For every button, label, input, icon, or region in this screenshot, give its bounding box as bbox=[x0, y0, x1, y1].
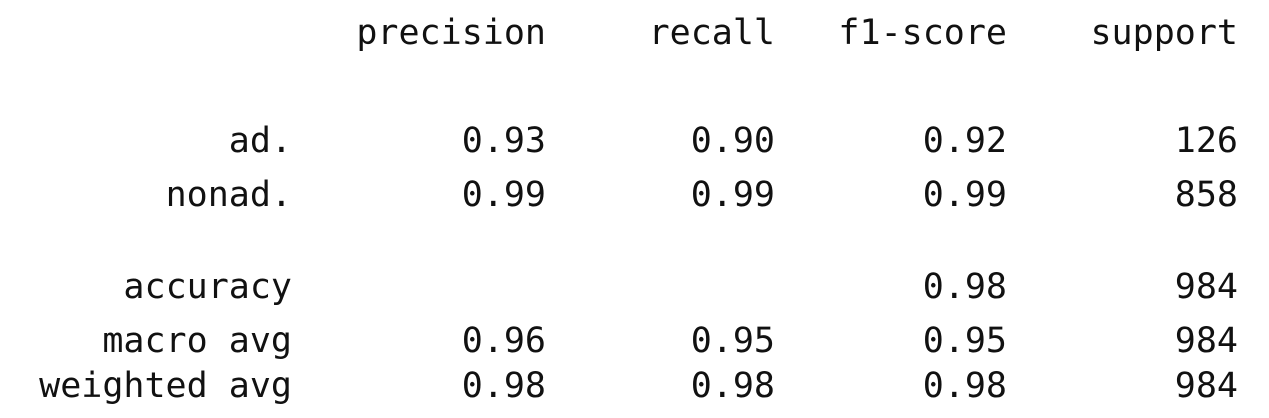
recall-value: 0.90 bbox=[690, 121, 775, 161]
table-row: ad. 0.93 0.90 0.92 126 bbox=[0, 118, 1269, 164]
f1-score-value: 0.98 bbox=[922, 267, 1007, 307]
precision-value bbox=[340, 264, 546, 310]
row-label: accuracy bbox=[123, 267, 292, 307]
header-support: support bbox=[1090, 13, 1238, 53]
recall-value: 0.99 bbox=[690, 175, 775, 215]
row-label: weighted avg bbox=[39, 366, 292, 406]
precision-value: 0.99 bbox=[461, 175, 546, 215]
support-value: 984 bbox=[1174, 267, 1238, 307]
precision-value: 0.98 bbox=[461, 366, 546, 406]
recall-value bbox=[600, 264, 775, 310]
header-row: precision recall f1-score support bbox=[0, 10, 1269, 56]
header-precision: precision bbox=[356, 13, 546, 53]
table-row: macro avg 0.96 0.95 0.95 984 bbox=[0, 318, 1269, 364]
f1-score-value: 0.92 bbox=[922, 121, 1007, 161]
row-label: macro avg bbox=[102, 321, 292, 361]
recall-value: 0.98 bbox=[690, 366, 775, 406]
recall-value: 0.95 bbox=[690, 321, 775, 361]
row-label: ad. bbox=[228, 121, 292, 161]
header-f1-score: f1-score bbox=[838, 13, 1007, 53]
support-value: 984 bbox=[1174, 321, 1238, 361]
support-value: 984 bbox=[1174, 366, 1238, 406]
support-value: 126 bbox=[1174, 121, 1238, 161]
table-row: accuracy 0.98 984 bbox=[0, 264, 1269, 310]
table-row: nonad. 0.99 0.99 0.99 858 bbox=[0, 172, 1269, 218]
precision-value: 0.93 bbox=[461, 121, 546, 161]
f1-score-value: 0.95 bbox=[922, 321, 1007, 361]
f1-score-value: 0.99 bbox=[922, 175, 1007, 215]
row-label: nonad. bbox=[165, 175, 292, 215]
support-value: 858 bbox=[1174, 175, 1238, 215]
header-recall: recall bbox=[648, 13, 775, 53]
precision-value: 0.96 bbox=[461, 321, 546, 361]
f1-score-value: 0.98 bbox=[922, 366, 1007, 406]
classification-report: precision recall f1-score support ad. 0.… bbox=[0, 0, 1269, 418]
table-row: weighted avg 0.98 0.98 0.98 984 bbox=[0, 363, 1269, 409]
